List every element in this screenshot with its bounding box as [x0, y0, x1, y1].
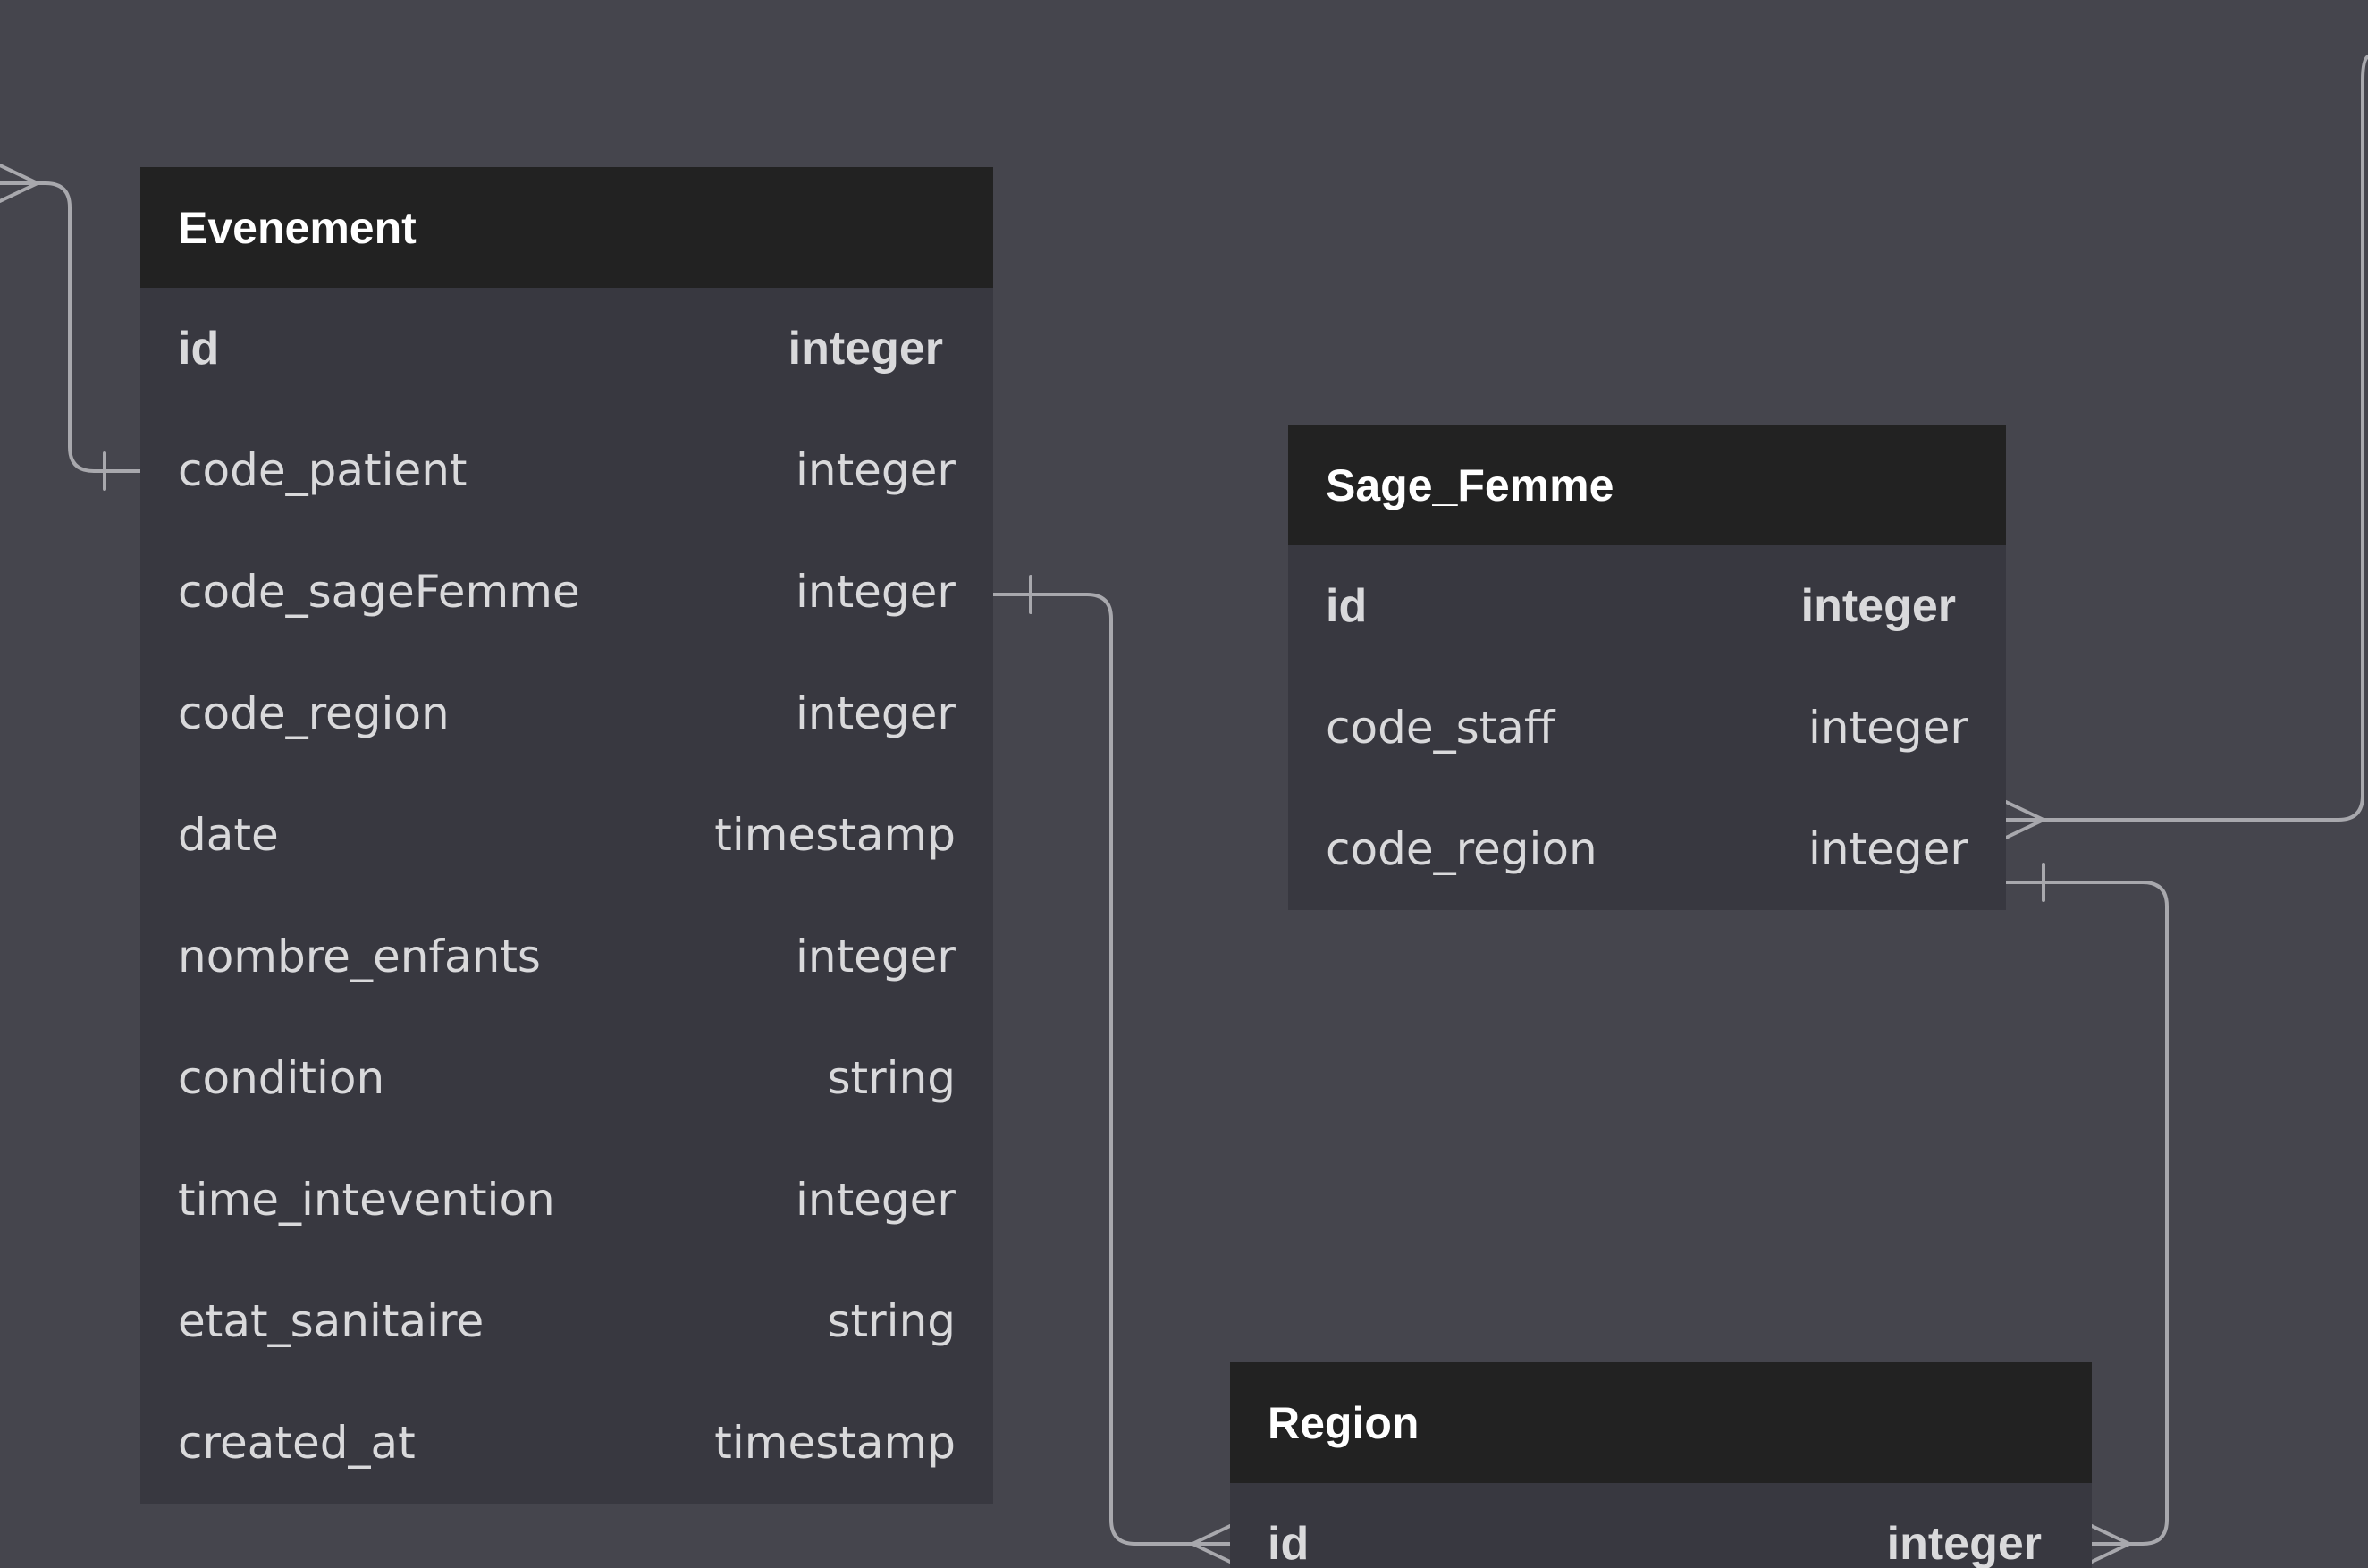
field-name: code_staff	[1326, 702, 1555, 754]
field-name: etat_sanitaire	[178, 1295, 485, 1347]
field-name: code_region	[1326, 823, 1597, 875]
field-name: id	[1268, 1518, 1310, 1568]
relationship-code-staff-line	[2004, 55, 2368, 822]
table-header[interactable]: Evenement	[140, 167, 993, 288]
field-row-created-at[interactable]: created_at timestamp	[140, 1382, 993, 1504]
table-header[interactable]: Sage_Femme	[1288, 425, 2006, 545]
table-region[interactable]: Region id integer	[1230, 1362, 2092, 1568]
field-type: integer	[1808, 702, 1968, 754]
field-row-id[interactable]: id integer	[1288, 545, 2006, 667]
field-name: code_patient	[178, 444, 468, 496]
field-type: integer	[1886, 1518, 2042, 1568]
field-name: date	[178, 809, 279, 861]
field-type: integer	[795, 1174, 956, 1226]
field-name: id	[1326, 580, 1368, 632]
relationship-sagefemme-region-line	[991, 593, 1232, 1546]
field-type: integer	[788, 323, 943, 375]
relationship-code-patient-line	[0, 181, 142, 473]
field-row-id[interactable]: id integer	[1230, 1483, 2092, 1568]
field-type: timestamp	[714, 809, 956, 861]
table-title: Evenement	[178, 202, 417, 253]
field-type: string	[827, 1295, 956, 1347]
field-row-condition[interactable]: condition string	[140, 1017, 993, 1139]
field-row-id[interactable]: id integer	[140, 288, 993, 409]
field-type: integer	[1800, 580, 1956, 632]
field-type: integer	[795, 444, 956, 496]
field-row-etat-sanitaire[interactable]: etat_sanitaire string	[140, 1260, 993, 1382]
field-row-code-staff[interactable]: code_staff integer	[1288, 667, 2006, 788]
field-name: code_region	[178, 687, 450, 739]
table-title: Sage_Femme	[1326, 459, 1614, 510]
table-evenement[interactable]: Evenement id integer code_patient intege…	[140, 167, 993, 1504]
field-type: string	[827, 1052, 956, 1104]
field-row-code-region[interactable]: code_region integer	[140, 653, 993, 774]
field-row-nombre-enfants[interactable]: nombre_enfants integer	[140, 896, 993, 1017]
field-name: condition	[178, 1052, 385, 1104]
field-row-time-intevention[interactable]: time_intevention integer	[140, 1139, 993, 1260]
field-type: integer	[795, 931, 956, 982]
field-type: integer	[795, 687, 956, 739]
field-row-date[interactable]: date timestamp	[140, 774, 993, 896]
field-type: integer	[795, 566, 956, 618]
field-name: id	[178, 323, 220, 375]
field-name: time_intevention	[178, 1174, 555, 1226]
field-type: integer	[1808, 823, 1968, 875]
field-name: code_sageFemme	[178, 566, 580, 618]
table-title: Region	[1268, 1397, 1420, 1448]
field-row-code-sagefemme[interactable]: code_sageFemme integer	[140, 531, 993, 653]
field-type: timestamp	[714, 1417, 956, 1469]
field-row-code-region[interactable]: code_region integer	[1288, 788, 2006, 910]
field-row-code-patient[interactable]: code_patient integer	[140, 409, 993, 531]
table-header[interactable]: Region	[1230, 1362, 2092, 1483]
table-sage-femme[interactable]: Sage_Femme id integer code_staff integer…	[1288, 425, 2006, 910]
field-name: nombre_enfants	[178, 931, 541, 982]
field-name: created_at	[178, 1417, 416, 1469]
